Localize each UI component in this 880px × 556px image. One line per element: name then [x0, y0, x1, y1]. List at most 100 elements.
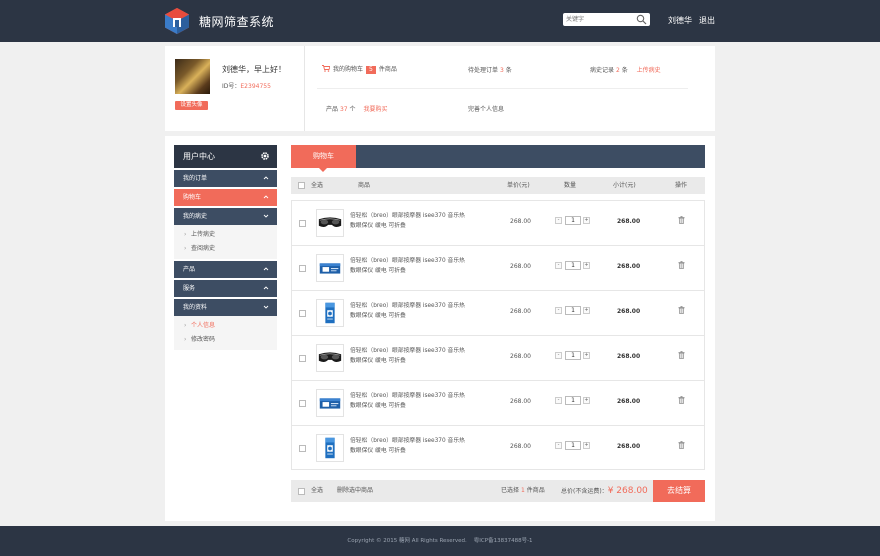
logout-link[interactable]: 退出: [699, 15, 715, 26]
row-checkbox[interactable]: [299, 355, 306, 362]
gear-icon[interactable]: [260, 151, 270, 161]
sidebar-sub-change-password[interactable]: 修改密码: [174, 333, 277, 347]
quantity-input[interactable]: 1: [565, 351, 581, 360]
id-label: ID号：: [222, 83, 241, 90]
product-thumbnail[interactable]: [316, 389, 344, 417]
profile-panel: 设置头像 刘德华，早上好！ ID号：E2394755 我的购物车 5 件商品 待处理…: [165, 46, 715, 131]
product-thumbnail[interactable]: [316, 344, 344, 372]
product-name-line: 敷眼保仪 缓电 可折叠: [350, 448, 406, 454]
chevron-up-icon: [263, 286, 269, 290]
history-unit: 条: [621, 67, 628, 74]
total-price: 总价(不含运费)：¥ 268.00: [561, 480, 648, 503]
avatar: [175, 59, 210, 94]
sidebar-header: 用户中心: [174, 145, 277, 168]
quantity-input[interactable]: 1: [565, 261, 581, 270]
products-label: 产品: [326, 106, 339, 113]
column-select-all: 全选: [311, 182, 324, 189]
cart-summary[interactable]: 我的购物车 5 件商品: [322, 64, 397, 74]
delete-selected-link[interactable]: 删除选中商品: [337, 480, 373, 502]
product-thumbnail[interactable]: [316, 299, 344, 327]
selected-suffix: 件商品: [526, 487, 545, 494]
cart-tab-bar: 购物车: [291, 145, 705, 172]
main-panel: 用户中心 我的订单 购物车 我的病史 上传病史 查阅病史 产品 服务: [165, 136, 715, 521]
trash-icon[interactable]: [678, 216, 685, 224]
increase-button[interactable]: +: [583, 397, 590, 404]
pending-orders[interactable]: 待处理订单 3 条: [468, 65, 512, 74]
decrease-button[interactable]: -: [555, 217, 562, 224]
search-icon[interactable]: [636, 14, 647, 25]
cart-footer: 全选 删除选中商品 已选择 1 件商品 总价(不含运费)：¥ 268.00 去结…: [291, 480, 705, 502]
sidebar-item-products[interactable]: 产品: [174, 261, 277, 278]
decrease-button[interactable]: -: [555, 442, 562, 449]
quantity-input[interactable]: 1: [565, 441, 581, 450]
increase-button[interactable]: +: [583, 307, 590, 314]
product-name-line: 倍轻松（breo）眼部按摩器 isee370 音乐热: [350, 348, 465, 354]
complete-info-link[interactable]: 完善个人信息: [468, 104, 504, 113]
product-thumbnail[interactable]: [316, 254, 344, 282]
decrease-button[interactable]: -: [555, 352, 562, 359]
cart-summary-label: 我的购物车: [333, 66, 364, 73]
chevron-up-icon: [263, 176, 269, 180]
increase-button[interactable]: +: [583, 217, 590, 224]
increase-button[interactable]: +: [583, 442, 590, 449]
quantity-input[interactable]: 1: [565, 396, 581, 405]
sidebar-sub-personal-info[interactable]: 个人信息: [174, 319, 277, 333]
row-subtotal: 268.00: [617, 263, 641, 270]
product-name-line: 倍轻松（breo）眼部按摩器 isee370 音乐热: [350, 213, 465, 219]
product-name-line: 敷眼保仪 缓电 可折叠: [350, 403, 406, 409]
product-thumbnail[interactable]: [316, 434, 344, 462]
want-buy-link[interactable]: 我要购买: [363, 106, 387, 113]
cart-row: 倍轻松（breo）眼部按摩器 isee370 音乐热 敷眼保仪 缓电 可折叠 268…: [292, 336, 704, 381]
decrease-button[interactable]: -: [555, 307, 562, 314]
trash-icon[interactable]: [678, 396, 685, 404]
set-avatar-button[interactable]: 设置头像: [175, 101, 208, 110]
row-checkbox[interactable]: [299, 400, 306, 407]
product-name[interactable]: 倍轻松（breo）眼部按摩器 isee370 音乐热 敷眼保仪 缓电 可折叠: [350, 211, 475, 231]
product-name[interactable]: 倍轻松（breo）眼部按摩器 isee370 音乐热 敷眼保仪 缓电 可折叠: [350, 301, 475, 321]
product-name[interactable]: 倍轻松（breo）眼部按摩器 isee370 音乐热 敷眼保仪 缓电 可折叠: [350, 256, 475, 276]
sidebar-sub-upload-history[interactable]: 上传病史: [174, 228, 277, 242]
unit-price: 268.00: [510, 263, 531, 270]
unit-price: 268.00: [510, 398, 531, 405]
product-name[interactable]: 倍轻松（breo）眼部按摩器 isee370 音乐热 敷眼保仪 缓电 可折叠: [350, 436, 475, 456]
row-checkbox[interactable]: [299, 445, 306, 452]
sidebar-item-profile[interactable]: 我的资料: [174, 299, 277, 316]
sidebar-item-cart[interactable]: 购物车: [174, 189, 277, 206]
checkout-button[interactable]: 去结算: [653, 480, 705, 502]
unit-price: 268.00: [510, 443, 531, 450]
chevron-up-icon: [263, 195, 269, 199]
sidebar-item-history[interactable]: 我的病史: [174, 208, 277, 225]
trash-icon[interactable]: [678, 306, 685, 314]
tab-cart[interactable]: 购物车: [291, 145, 356, 172]
trash-icon[interactable]: [678, 441, 685, 449]
product-name-line: 倍轻松（breo）眼部按摩器 isee370 音乐热: [350, 258, 465, 264]
header-user-link[interactable]: 刘德华: [668, 15, 692, 26]
product-thumbnail[interactable]: [316, 209, 344, 237]
row-checkbox[interactable]: [299, 265, 306, 272]
sidebar-item-orders[interactable]: 我的订单: [174, 170, 277, 187]
footer-select-all-checkbox[interactable]: [298, 488, 305, 495]
search-input[interactable]: [566, 14, 632, 25]
quantity-input[interactable]: 1: [565, 216, 581, 225]
trash-icon[interactable]: [678, 351, 685, 359]
increase-button[interactable]: +: [583, 352, 590, 359]
decrease-button[interactable]: -: [555, 262, 562, 269]
row-checkbox[interactable]: [299, 310, 306, 317]
decrease-button[interactable]: -: [555, 397, 562, 404]
upload-history-link[interactable]: 上传病史: [637, 67, 661, 74]
trash-icon[interactable]: [678, 261, 685, 269]
cart-row: 倍轻松（breo）眼部按摩器 isee370 音乐热 敷眼保仪 缓电 可折叠 268…: [292, 201, 704, 246]
pending-label: 待处理订单: [468, 67, 499, 74]
increase-button[interactable]: +: [583, 262, 590, 269]
sidebar-item-services[interactable]: 服务: [174, 280, 277, 297]
sidebar-title: 用户中心: [183, 152, 215, 161]
product-name[interactable]: 倍轻松（breo）眼部按摩器 isee370 音乐热 敷眼保仪 缓电 可折叠: [350, 346, 475, 366]
cart-list: 倍轻松（breo）眼部按摩器 isee370 音乐热 敷眼保仪 缓电 可折叠 268…: [291, 200, 705, 470]
product-name[interactable]: 倍轻松（breo）眼部按摩器 isee370 音乐热 敷眼保仪 缓电 可折叠: [350, 391, 475, 411]
quantity-input[interactable]: 1: [565, 306, 581, 315]
greeting-text: 刘德华，早上好！: [222, 65, 286, 74]
row-checkbox[interactable]: [299, 220, 306, 227]
select-all-checkbox[interactable]: [298, 182, 305, 189]
column-unit-price: 单价(元): [507, 182, 530, 189]
sidebar-sub-view-history[interactable]: 查阅病史: [174, 242, 277, 256]
